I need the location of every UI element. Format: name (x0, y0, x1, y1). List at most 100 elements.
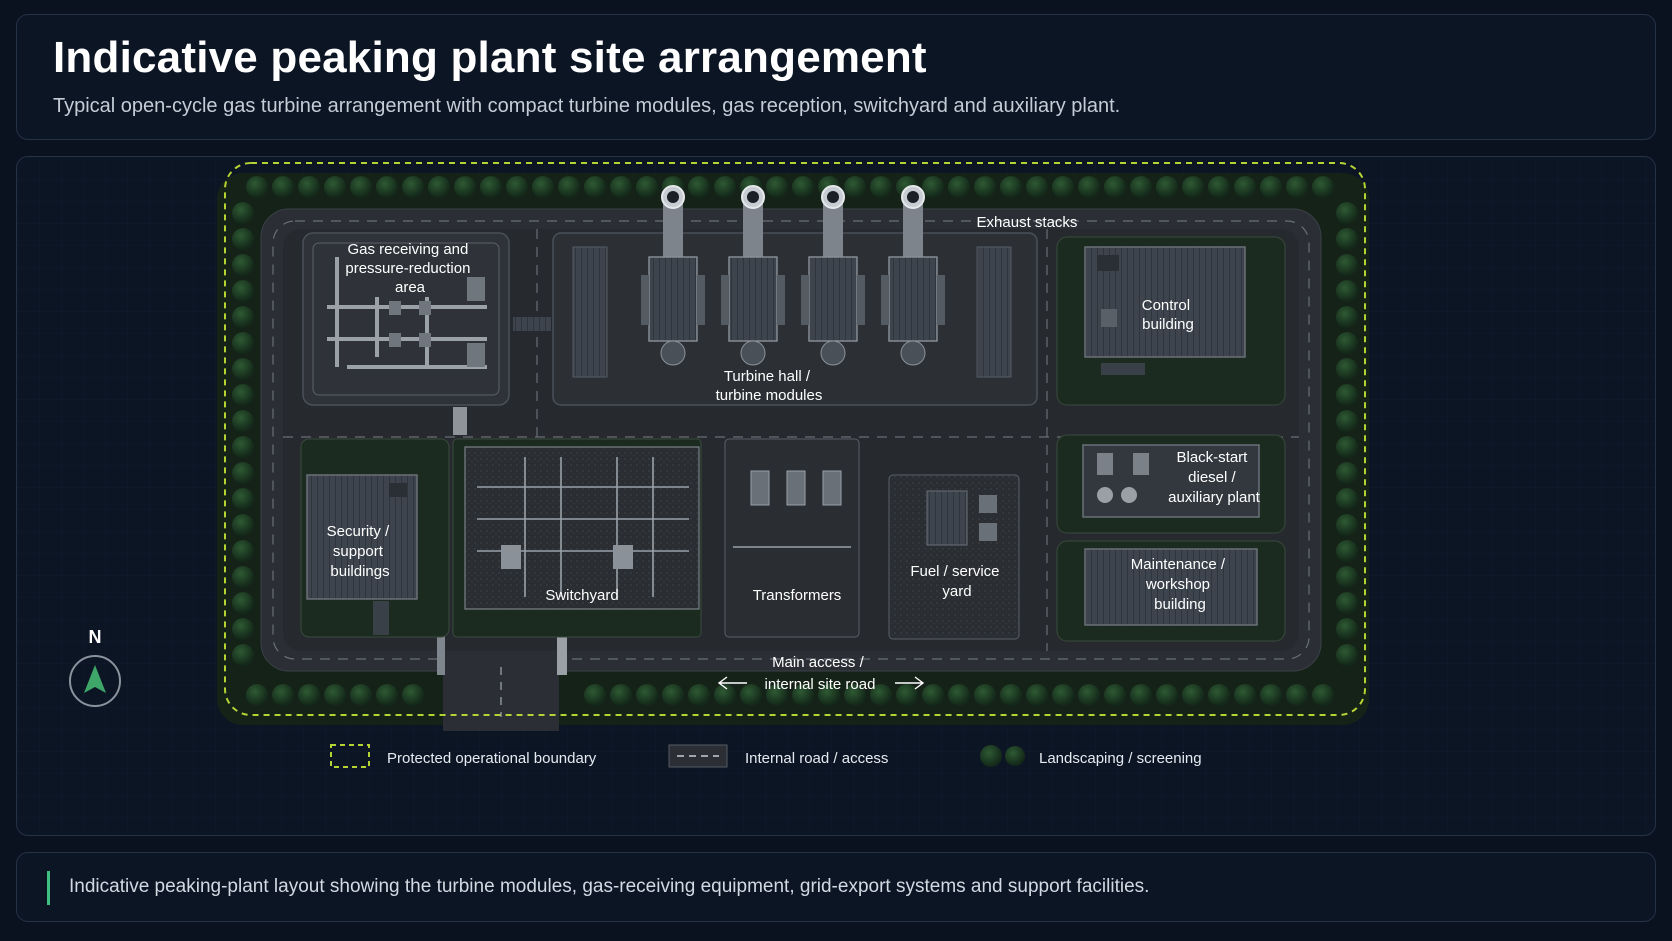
tree-icon (948, 176, 970, 198)
gas-pipe-bridge (513, 317, 551, 331)
tree-icon (1260, 684, 1282, 706)
tree-icon (1336, 618, 1358, 640)
fuel-service-yard (888, 474, 1020, 640)
header-panel: Indicative peaking plant site arrangemen… (16, 14, 1656, 140)
tree-icon (324, 684, 346, 706)
pedestrian-crossing (453, 407, 467, 435)
tree-icon (714, 176, 736, 198)
tree-icon (232, 332, 254, 354)
tree-icon (1052, 176, 1074, 198)
tree-icon (1234, 684, 1256, 706)
tree-icon (1336, 228, 1358, 250)
tree-icon (922, 176, 944, 198)
tree-icon (610, 176, 632, 198)
tree-icon (232, 566, 254, 588)
tree-icon (232, 202, 254, 224)
tree-icon (1336, 540, 1358, 562)
tree-icon (1336, 566, 1358, 588)
tree-icon (1104, 684, 1126, 706)
tree-icon (974, 684, 996, 706)
tree-icon (1208, 176, 1230, 198)
tree-icon (232, 254, 254, 276)
tree-icon (1286, 176, 1308, 198)
tree-icon (1312, 684, 1334, 706)
tree-icon (428, 176, 450, 198)
tree-icon (1078, 684, 1100, 706)
tree-icon (1336, 306, 1358, 328)
tree-icon (350, 176, 372, 198)
tree-icon (1104, 176, 1126, 198)
tree-icon (948, 684, 970, 706)
tree-icon (246, 176, 268, 198)
site-diagram-panel: Exhaust stacks Gas receiving and pressur… (16, 156, 1656, 836)
tree-icon (532, 176, 554, 198)
tree-icon (584, 176, 606, 198)
tree-icon (896, 684, 918, 706)
tree-icon (1336, 358, 1358, 380)
tree-icon (232, 306, 254, 328)
tree-icon (1336, 462, 1358, 484)
tree-icon (232, 358, 254, 380)
tree-icon (688, 684, 710, 706)
tree-icon (844, 176, 866, 198)
tree-icon (232, 592, 254, 614)
tree-icon (688, 176, 710, 198)
tree-icon (1234, 176, 1256, 198)
tree-icon (1156, 176, 1178, 198)
tree-icon (1336, 644, 1358, 666)
tree-icon (376, 684, 398, 706)
tree-icon (232, 540, 254, 562)
switchyard (452, 438, 702, 638)
legend-landscaping-label: Landscaping / screening (1039, 750, 1202, 767)
tree-icon (324, 176, 346, 198)
tree-icon (1336, 488, 1358, 510)
tree-icon (636, 176, 658, 198)
caption-accent-bar (47, 871, 50, 905)
page-title: Indicative peaking plant site arrangemen… (53, 33, 927, 82)
caption-text: Indicative peaking-plant layout showing … (69, 876, 1150, 897)
transformers-label: Transformers (753, 587, 842, 604)
tree-icon (272, 176, 294, 198)
security-label: Security / support buildings (327, 523, 394, 580)
tree-icon (610, 684, 632, 706)
tree-icon (1208, 684, 1230, 706)
tree-icon (792, 176, 814, 198)
tree-icon (1336, 280, 1358, 302)
tree-icon (584, 684, 606, 706)
tree-icon (1000, 684, 1022, 706)
tree-icon (1336, 384, 1358, 406)
tree-icon (1336, 592, 1358, 614)
tree-icon (232, 618, 254, 640)
gas-receiving-area (302, 232, 510, 406)
tree-icon (402, 176, 424, 198)
tree-icon (1026, 176, 1048, 198)
tree-icon (1336, 436, 1358, 458)
tree-icon (662, 684, 684, 706)
tree-icon (298, 684, 320, 706)
legend-tree-icon (1005, 746, 1025, 766)
tree-icon (1182, 684, 1204, 706)
tree-icon (766, 176, 788, 198)
tree-icon (402, 684, 424, 706)
tree-icon (232, 462, 254, 484)
north-label: N (89, 627, 102, 647)
tree-icon (1260, 176, 1282, 198)
tree-icon (246, 684, 268, 706)
tree-icon (1156, 684, 1178, 706)
tree-icon (1026, 684, 1048, 706)
page-subtitle: Typical open-cycle gas turbine arrangeme… (53, 95, 1121, 117)
transformers (724, 438, 860, 638)
tree-icon (1336, 202, 1358, 224)
site-diagram: Exhaust stacks Gas receiving and pressur… (17, 157, 1655, 835)
tree-icon (1336, 410, 1358, 432)
tree-icon (232, 644, 254, 666)
legend-road-label: Internal road / access (745, 750, 888, 767)
tree-icon (454, 176, 476, 198)
switchyard-label: Switchyard (545, 587, 618, 604)
tree-icon (1286, 684, 1308, 706)
tree-icon (1130, 176, 1152, 198)
tree-icon (1000, 176, 1022, 198)
legend-boundary-label: Protected operational boundary (387, 750, 597, 767)
tree-icon (1078, 176, 1100, 198)
tree-icon (1336, 332, 1358, 354)
